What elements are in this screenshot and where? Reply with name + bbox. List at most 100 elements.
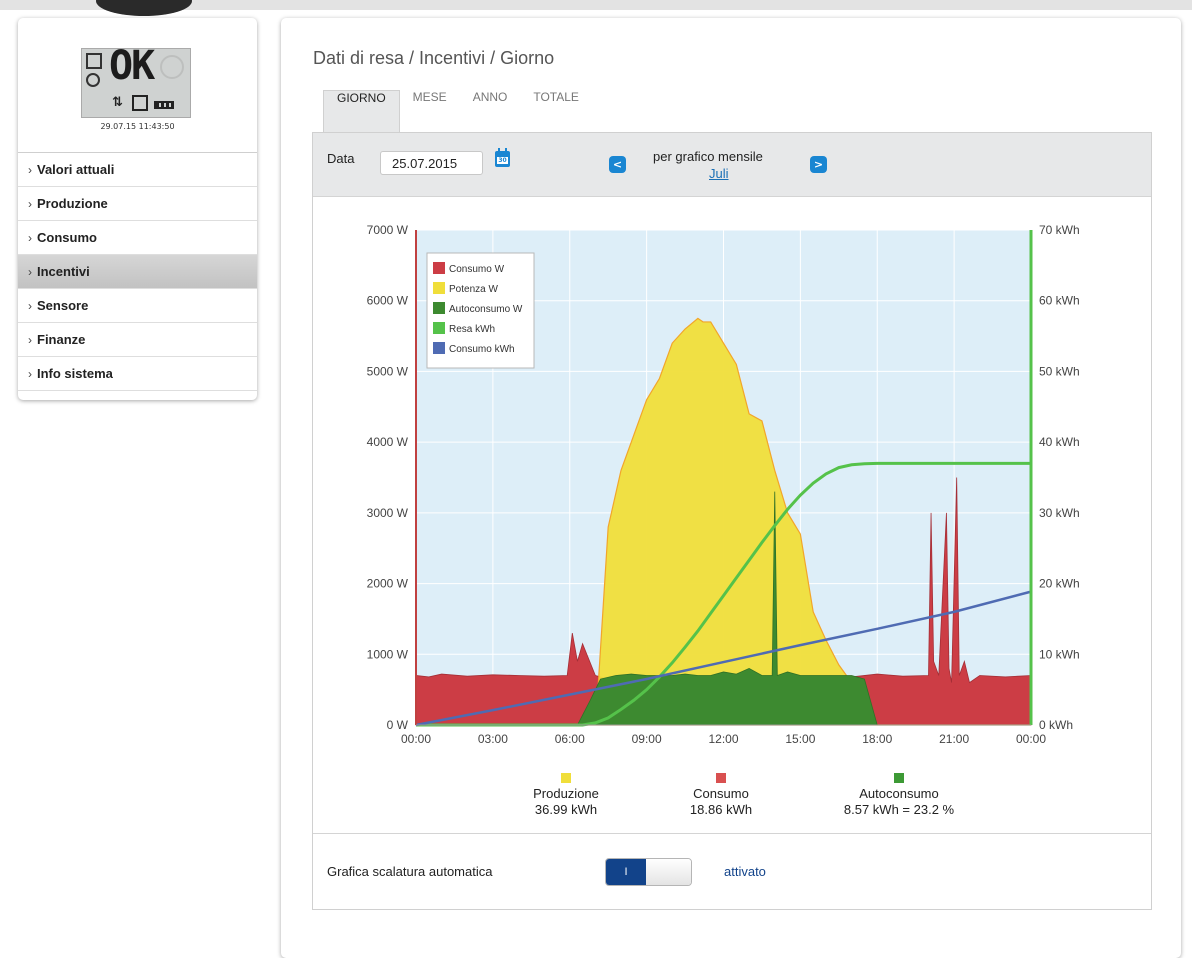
- chevron-right-icon: ›: [28, 196, 32, 211]
- legend-swatch: [433, 262, 445, 274]
- tab[interactable]: GIORNO: [323, 90, 400, 132]
- chevron-right-icon: ›: [28, 230, 32, 245]
- chevron-right-icon: ›: [28, 366, 32, 381]
- x-axis-tick-label: 06:00: [555, 732, 585, 746]
- chevron-right-icon: ›: [28, 332, 32, 347]
- right-axis-tick-label: 60 kWh: [1039, 294, 1080, 308]
- summary-autoconsumo-swatch: [894, 773, 904, 783]
- x-axis-tick-label: 09:00: [632, 732, 662, 746]
- legend-label: Consumo kWh: [449, 344, 515, 355]
- legend-label: Autoconsumo W: [449, 304, 523, 315]
- right-axis-tick-label: 70 kWh: [1039, 223, 1080, 237]
- left-axis-tick-label: 4000 W: [367, 435, 409, 449]
- left-axis-tick-label: 1000 W: [367, 647, 409, 661]
- toggle-knob[interactable]: [646, 859, 691, 885]
- chevron-right-icon: ›: [28, 162, 32, 177]
- left-axis-tick-label: 2000 W: [367, 577, 409, 591]
- device-display-area: OK ⇅ 29.07.15 11:43:50: [18, 18, 257, 153]
- sidebar-item-label: Finanze: [37, 332, 86, 347]
- chart-panel: Data 30 < per grafico mensile Juli > 0 W…: [312, 132, 1152, 910]
- tab-bar: GIORNO MESE ANNO TOTALE: [323, 90, 592, 132]
- sidebar-item-label: Sensore: [37, 298, 89, 313]
- legend-swatch: [433, 302, 445, 314]
- right-axis-tick-label: 20 kWh: [1039, 577, 1080, 591]
- tab[interactable]: TOTALE: [520, 90, 592, 132]
- curve-icon: [86, 53, 102, 69]
- month-chart-link[interactable]: Juli: [709, 166, 729, 181]
- legend-swatch: [433, 282, 445, 294]
- x-axis-tick-label: 21:00: [939, 732, 969, 746]
- right-axis-tick-label: 10 kWh: [1039, 647, 1080, 661]
- device-lcd-display: OK ⇅: [81, 43, 191, 118]
- network-icon: ⇅: [112, 95, 123, 110]
- sidebar-item[interactable]: › Incentivi: [18, 255, 257, 289]
- sidebar-item[interactable]: › Valori attuali: [18, 153, 257, 187]
- sidebar-item-label: Info sistema: [37, 366, 113, 381]
- right-axis-tick-label: 50 kWh: [1039, 364, 1080, 378]
- previous-month-button[interactable]: <: [609, 156, 626, 173]
- next-month-button[interactable]: >: [810, 156, 827, 173]
- tab[interactable]: ANNO: [460, 90, 521, 132]
- summary-produzione-label: Produzione: [533, 786, 599, 801]
- x-axis-tick-label: 12:00: [708, 732, 738, 746]
- right-axis-tick-label: 30 kWh: [1039, 506, 1080, 520]
- inverter-icon: [132, 95, 148, 111]
- left-axis-tick-label: 3000 W: [367, 506, 409, 520]
- legend-swatch: [433, 342, 445, 354]
- globe-icon: [86, 73, 100, 87]
- chevron-right-icon: ›: [28, 264, 32, 279]
- legend-swatch: [433, 322, 445, 334]
- legend-label: Resa kWh: [449, 324, 495, 335]
- left-axis-tick-label: 6000 W: [367, 294, 409, 308]
- x-axis-tick-label: 03:00: [478, 732, 508, 746]
- main-panel: Dati di resa / Incentivi / Giorno GIORNO…: [281, 18, 1181, 958]
- inactive-icon: [160, 55, 184, 79]
- sidebar-item[interactable]: › Sensore: [18, 289, 257, 323]
- left-axis-tick-label: 7000 W: [367, 223, 409, 237]
- brand-swoosh: [96, 0, 192, 16]
- summary-consumo-label: Consumo: [693, 786, 749, 801]
- date-control-bar: Data 30 < per grafico mensile Juli >: [313, 133, 1151, 197]
- sidebar-item-label: Incentivi: [37, 264, 90, 279]
- summary-produzione-swatch: [561, 773, 571, 783]
- sidebar-item[interactable]: › Consumo: [18, 221, 257, 255]
- right-axis-tick-label: 0 kWh: [1039, 718, 1073, 732]
- legend-label: Consumo W: [449, 264, 505, 275]
- chevron-right-icon: ›: [28, 298, 32, 313]
- sidebar-item[interactable]: › Info sistema: [18, 357, 257, 391]
- toggle-on-label: I: [606, 859, 646, 885]
- lcd-status-text: OK: [109, 43, 155, 89]
- legend-label: Potenza W: [449, 284, 498, 295]
- sidebar-item-label: Produzione: [37, 196, 108, 211]
- battery-icon: [154, 101, 174, 109]
- date-input[interactable]: [380, 151, 483, 175]
- autoscale-toggle[interactable]: I: [605, 858, 692, 886]
- calendar-icon[interactable]: 30: [495, 148, 510, 167]
- x-axis-tick-label: 00:00: [401, 732, 431, 746]
- left-axis-tick-label: 0 W: [387, 718, 409, 732]
- autoscale-settings: Grafica scalatura automatica I attivato: [313, 833, 1151, 910]
- sidebar-item[interactable]: › Finanze: [18, 323, 257, 357]
- tab[interactable]: MESE: [400, 90, 460, 132]
- summary-consumo-value: 18.86 kWh: [690, 802, 752, 817]
- left-axis-tick-label: 5000 W: [367, 364, 409, 378]
- month-chart-label: per grafico mensile: [653, 149, 763, 164]
- autoscale-label: Grafica scalatura automatica: [327, 864, 493, 879]
- summary-consumo-swatch: [716, 773, 726, 783]
- right-axis-tick-label: 40 kWh: [1039, 435, 1080, 449]
- x-axis-tick-label: 15:00: [785, 732, 815, 746]
- device-timestamp: 29.07.15 11:43:50: [100, 122, 175, 131]
- summary-autoconsumo-label: Autoconsumo: [859, 786, 939, 801]
- yield-chart: 0 W 1000 W 2000 W 3000 W 4000 W 5000 W 6000 W 7…: [367, 223, 1080, 817]
- sidebar-item-label: Valori attuali: [37, 162, 115, 177]
- nav-list: › Valori attuali › Produzione › Consumo › Incen…: [18, 153, 257, 391]
- summary-produzione-value: 36.99 kWh: [535, 802, 597, 817]
- x-axis-tick-label: 00:00: [1016, 732, 1046, 746]
- autoscale-status: attivato: [724, 864, 766, 879]
- summary-autoconsumo-value: 8.57 kWh = 23.2 %: [844, 802, 955, 817]
- x-axis-tick-label: 18:00: [862, 732, 892, 746]
- sidebar-item[interactable]: › Produzione: [18, 187, 257, 221]
- date-label: Data: [327, 151, 355, 166]
- page-title: Dati di resa / Incentivi / Giorno: [313, 48, 555, 68]
- sidebar-item-label: Consumo: [37, 230, 97, 245]
